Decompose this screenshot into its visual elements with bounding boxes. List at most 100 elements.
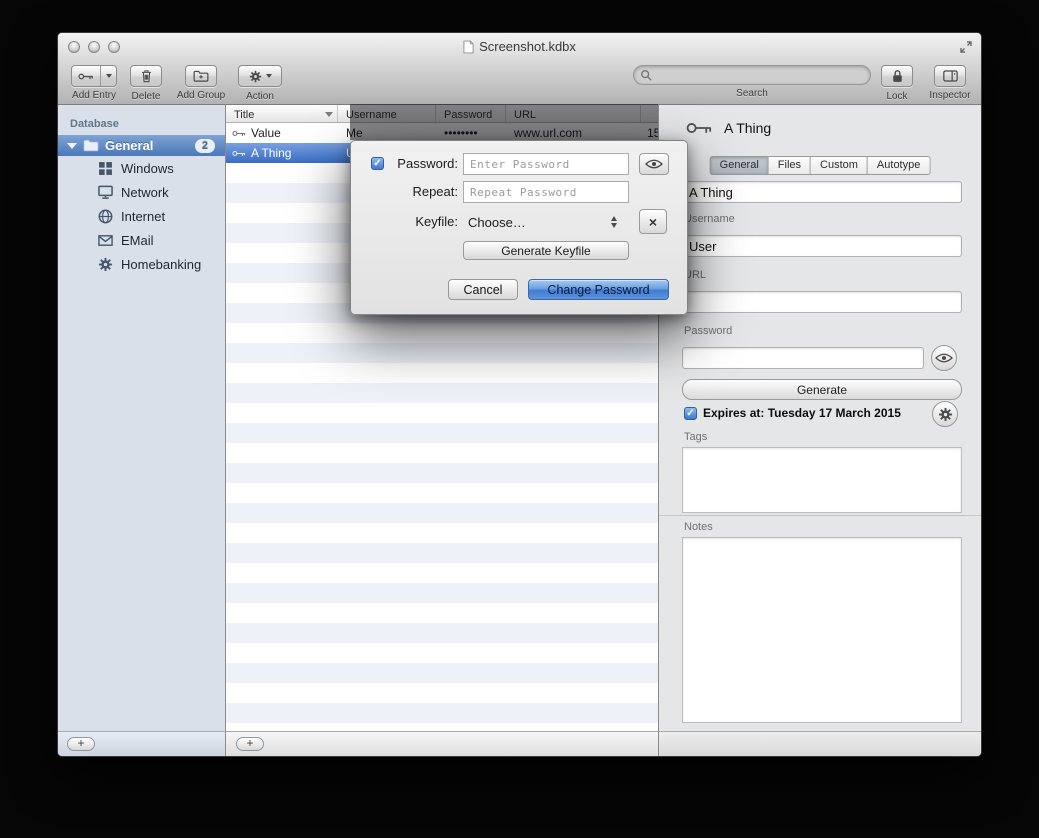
column-header-title[interactable]: Title xyxy=(226,105,338,122)
delete-group: Delete xyxy=(124,65,168,102)
title-field[interactable] xyxy=(682,181,962,203)
sidebar-group-label: General xyxy=(105,138,153,153)
table-row[interactable] xyxy=(226,363,658,383)
table-row[interactable] xyxy=(226,643,658,663)
tab-autotype[interactable]: Autotype xyxy=(868,156,930,175)
table-row[interactable] xyxy=(226,423,658,443)
sidebar-item-network[interactable]: Network xyxy=(58,180,225,204)
username-field[interactable] xyxy=(682,235,962,257)
expires-row: Expires at: Tuesday 17 March 2015 xyxy=(684,406,901,420)
delete-button[interactable] xyxy=(130,65,162,87)
list-bottom-bar: + xyxy=(226,731,659,756)
monitor-icon xyxy=(98,185,113,200)
table-row[interactable] xyxy=(226,343,658,363)
sidebar-item-internet[interactable]: Internet xyxy=(58,204,225,228)
table-row[interactable] xyxy=(226,583,658,603)
sidebar-item-homebanking[interactable]: Homebanking xyxy=(58,252,225,276)
table-row[interactable] xyxy=(226,443,658,463)
table-row[interactable] xyxy=(226,663,658,683)
dialog-password-input[interactable] xyxy=(463,153,629,175)
keyfile-popup[interactable]: Choose… xyxy=(463,210,629,234)
action-group: Action xyxy=(234,65,286,102)
sidebar: Database General 2 Windows Network xyxy=(58,105,226,731)
notes-field[interactable] xyxy=(682,537,962,723)
url-field[interactable] xyxy=(682,291,962,313)
add-group-button[interactable] xyxy=(185,65,217,87)
action-label: Action xyxy=(234,91,286,102)
inspector-bottom-bar xyxy=(659,731,981,756)
cancel-button[interactable]: Cancel xyxy=(448,279,518,300)
sidebar-item-label: Homebanking xyxy=(121,257,201,272)
sidebar-item-label: Windows xyxy=(121,161,174,176)
eye-icon xyxy=(645,159,663,169)
password-field[interactable] xyxy=(682,347,924,369)
table-row[interactable] xyxy=(226,463,658,483)
table-row[interactable] xyxy=(226,603,658,623)
inspector-tabs: General Files Custom Autotype xyxy=(710,156,931,175)
add-entry-dropdown[interactable] xyxy=(101,66,116,86)
tags-field[interactable] xyxy=(682,447,962,513)
dialog-keyfile-label: Keyfile: xyxy=(351,211,458,233)
add-entry-group: Add Entry xyxy=(66,65,122,101)
sidebar-item-label: EMail xyxy=(121,233,154,248)
table-row[interactable] xyxy=(226,703,658,723)
inspector-group: Inspector xyxy=(922,65,978,101)
padlock-icon xyxy=(892,69,903,83)
dialog-reveal-button[interactable] xyxy=(639,153,669,175)
lock-button[interactable] xyxy=(881,65,913,87)
add-group-plus-button[interactable]: + xyxy=(67,737,95,751)
clear-keyfile-button[interactable]: × xyxy=(639,209,667,234)
disclosure-triangle-icon[interactable] xyxy=(67,143,77,149)
generate-keyfile-button[interactable]: Generate Keyfile xyxy=(463,241,629,260)
table-row[interactable] xyxy=(226,403,658,423)
add-entry-button[interactable] xyxy=(71,65,117,87)
dialog-repeat-input[interactable] xyxy=(463,181,629,203)
change-password-button[interactable]: Change Password xyxy=(528,279,669,300)
table-row[interactable] xyxy=(226,383,658,403)
table-row[interactable] xyxy=(226,683,658,703)
sidebar-item-email[interactable]: EMail xyxy=(58,228,225,252)
inspector-button[interactable] xyxy=(934,65,966,87)
window-title-bar: Screenshot.kdbx xyxy=(58,39,981,57)
key-icon xyxy=(232,149,246,158)
gear-icon xyxy=(938,407,953,422)
key-icon xyxy=(72,66,101,86)
reveal-password-button[interactable] xyxy=(931,345,957,371)
entry-count-badge: 2 xyxy=(195,139,215,153)
table-row[interactable] xyxy=(226,483,658,503)
table-row[interactable] xyxy=(226,323,658,343)
bottom-bar: + + xyxy=(58,731,981,756)
tab-files[interactable]: Files xyxy=(769,156,811,175)
table-row[interactable] xyxy=(226,503,658,523)
sort-indicator-icon xyxy=(325,112,333,117)
expires-checkbox[interactable] xyxy=(684,407,697,420)
sidebar-group-general[interactable]: General 2 xyxy=(58,135,225,156)
add-entry-plus-button[interactable]: + xyxy=(236,737,264,751)
delete-label: Delete xyxy=(124,91,168,102)
tab-general[interactable]: General xyxy=(710,156,769,175)
table-row[interactable] xyxy=(226,623,658,643)
tab-custom[interactable]: Custom xyxy=(811,156,868,175)
eye-icon xyxy=(935,353,953,363)
keyfile-popup-value: Choose… xyxy=(468,215,526,230)
generate-password-button[interactable]: Generate xyxy=(682,379,962,400)
action-button[interactable] xyxy=(238,65,282,87)
sidebar-item-label: Network xyxy=(121,185,169,200)
window-chrome: Screenshot.kdbx Add Entry Delete xyxy=(58,33,981,105)
table-row[interactable] xyxy=(226,563,658,583)
search-input[interactable] xyxy=(656,67,864,83)
table-row[interactable] xyxy=(226,523,658,543)
lock-label: Lock xyxy=(870,91,924,102)
password-label: Password xyxy=(684,325,732,337)
sidebar-section-header: Database xyxy=(58,105,225,135)
expires-settings-button[interactable] xyxy=(932,401,958,427)
table-row[interactable] xyxy=(226,723,658,731)
sidebar-item-windows[interactable]: Windows xyxy=(58,156,225,180)
x-icon: × xyxy=(649,215,657,229)
entry-title: A Thing xyxy=(251,146,291,160)
search-field[interactable] xyxy=(633,65,871,85)
table-row[interactable] xyxy=(226,543,658,563)
dialog-repeat-label: Repeat: xyxy=(351,181,458,203)
fullscreen-icon[interactable] xyxy=(959,40,973,54)
username-label: Username xyxy=(684,213,735,225)
